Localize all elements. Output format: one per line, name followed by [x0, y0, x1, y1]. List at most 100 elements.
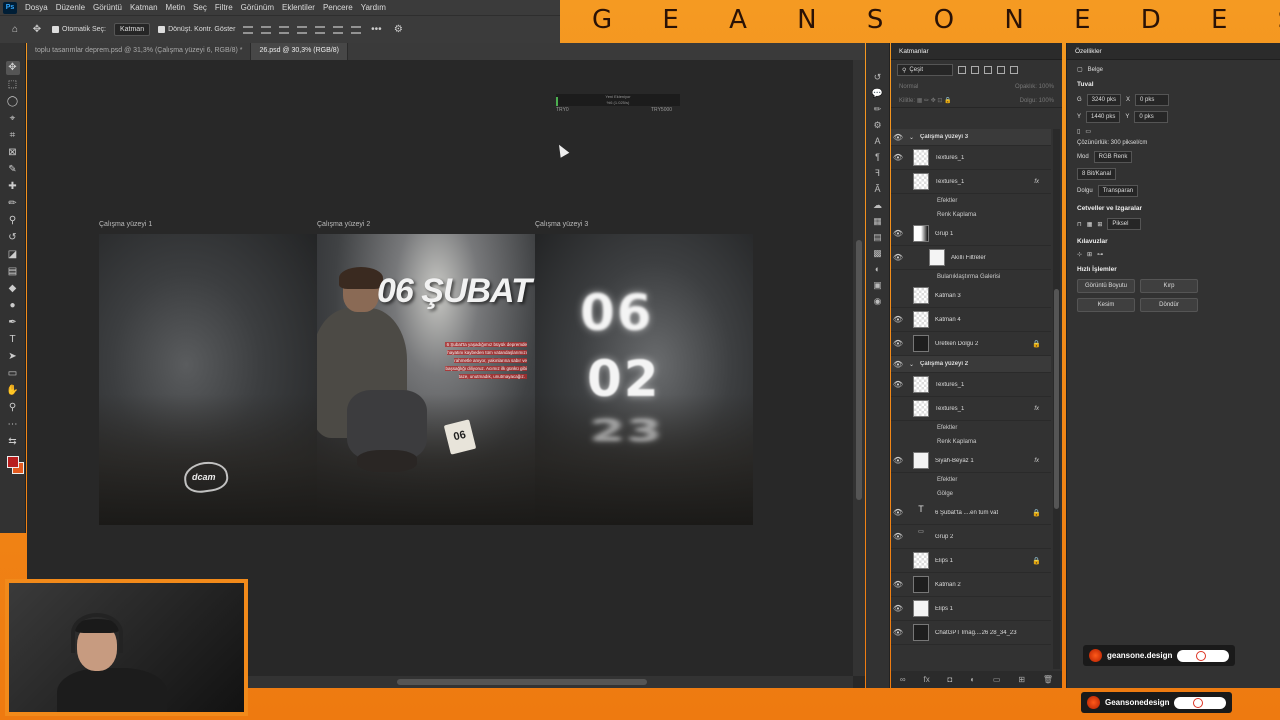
lasso-tool-icon[interactable]: ◯: [6, 95, 20, 109]
eye-icon[interactable]: 👁: [891, 580, 905, 589]
chevron-down-icon[interactable]: ⌄: [909, 134, 914, 141]
filter-adjustment-icon[interactable]: [971, 66, 979, 74]
artboard-2[interactable]: 06 ŞUBAT 6 Şubat'ta yaşadığımız büyük de…: [317, 234, 535, 525]
vertical-scrollbar[interactable]: [853, 60, 865, 676]
layer-kind-filter[interactable]: ⚲ Çeşit: [897, 64, 953, 76]
align-right-icon[interactable]: [279, 25, 290, 34]
rotate-button[interactable]: Döndür: [1140, 298, 1198, 312]
eye-icon[interactable]: 👁: [891, 229, 905, 238]
image-size-button[interactable]: Görüntü Boyutu: [1077, 279, 1135, 293]
healing-brush-tool-icon[interactable]: ✚: [6, 180, 20, 194]
layer-row[interactable]: 👁 Akıllı Filtreler: [891, 246, 1051, 270]
guide-layout-icon[interactable]: ⊞: [1087, 251, 1092, 258]
layer-row[interactable]: 👁 Siyah-Beyaz 1 fx: [891, 449, 1051, 473]
layer-row[interactable]: Textures_1 fx: [891, 397, 1051, 421]
chevron-down-icon[interactable]: ⌄: [909, 361, 914, 368]
auto-select-target-dropdown[interactable]: Katman: [113, 23, 151, 36]
filter-type-icon[interactable]: [984, 66, 992, 74]
align-middle-icon[interactable]: [333, 25, 344, 34]
trim-button[interactable]: Kesim: [1077, 298, 1135, 312]
layer-row[interactable]: 👁 Textures_1: [891, 373, 1051, 397]
show-transform-checkbox[interactable]: Dönüşt. Kontr. Göster: [158, 26, 235, 33]
quick-actions-header[interactable]: Hızlı İşlemler: [1077, 266, 1270, 273]
guide-icon[interactable]: ⊹: [1077, 251, 1082, 258]
x-field[interactable]: 0 pks: [1135, 94, 1170, 106]
gradient-tool-icon[interactable]: ▤: [6, 265, 20, 279]
menu-view[interactable]: Görünüm: [237, 3, 278, 12]
layers-scrollbar[interactable]: [1053, 129, 1060, 669]
character-icon[interactable]: A: [872, 135, 884, 147]
rectangle-tool-icon[interactable]: ▭: [6, 367, 20, 381]
cloud-icon[interactable]: ☁: [872, 199, 884, 211]
portrait-icon[interactable]: ▯: [1077, 128, 1080, 135]
paragraph-icon[interactable]: ¶: [872, 151, 884, 163]
layer-row[interactable]: Textures_1 fx: [891, 170, 1051, 194]
layer-effect-row[interactable]: Efektler: [891, 194, 1051, 208]
eye-icon[interactable]: 👁: [891, 380, 905, 389]
guide-edit-icon[interactable]: ⊶: [1097, 251, 1103, 258]
zoom-tool-icon[interactable]: ⚲: [6, 401, 20, 415]
move-tool-preset-icon[interactable]: ✥: [30, 23, 44, 37]
grid-icon[interactable]: ▦: [1087, 221, 1093, 228]
tab-document-1[interactable]: toplu tasarımlar deprem.psd @ 31,3% (Çal…: [27, 43, 252, 60]
clone-stamp-tool-icon[interactable]: ⚲: [6, 214, 20, 228]
filter-pixel-icon[interactable]: [958, 66, 966, 74]
move-tool-icon[interactable]: ✥: [5, 61, 20, 75]
comment-icon[interactable]: 💬: [872, 87, 884, 99]
layer-effect-row[interactable]: Renk Kaplama: [891, 208, 1051, 222]
align-left-icon[interactable]: [243, 25, 254, 34]
menu-plugins[interactable]: Eklentiler: [278, 3, 319, 12]
layers-panel-title[interactable]: Katmanlar: [891, 43, 1062, 60]
filter-shape-icon[interactable]: [997, 66, 1005, 74]
width-field[interactable]: 3240 pks: [1086, 94, 1122, 106]
y-field[interactable]: 0 pks: [1134, 111, 1169, 123]
foreground-color-swatch[interactable]: [7, 456, 19, 468]
artboard-label-2[interactable]: Çalışma yüzeyi 2: [317, 221, 370, 228]
new-layer-icon[interactable]: ⊞: [1018, 675, 1025, 684]
gradient-icon[interactable]: ▤: [872, 231, 884, 243]
menu-image[interactable]: Görüntü: [89, 3, 126, 12]
styles-icon[interactable]: ◉: [872, 295, 884, 307]
eye-icon[interactable]: 👁: [891, 604, 905, 613]
guides-header[interactable]: Kılavuzlar: [1077, 238, 1270, 245]
ruler-icon[interactable]: ⊓: [1077, 221, 1082, 228]
rulers-header[interactable]: Cetveller ve Izgaralar: [1077, 205, 1270, 212]
fx-icon[interactable]: fx: [1034, 179, 1039, 185]
lock-icons[interactable]: ▦ ✏ ✥ ⊡ 🔒: [917, 98, 952, 104]
canvas-header[interactable]: Tuval: [1077, 81, 1270, 88]
object-select-tool-icon[interactable]: ⌖: [6, 112, 20, 126]
layer-row[interactable]: Katman 3: [891, 284, 1051, 308]
marquee-tool-icon[interactable]: ⬚: [6, 78, 20, 92]
path-select-tool-icon[interactable]: ➤: [6, 350, 20, 364]
libraries-icon[interactable]: ▣: [872, 279, 884, 291]
artboard-label-3[interactable]: Çalışma yüzeyi 3: [535, 221, 588, 228]
default-colors-icon[interactable]: ⇆: [6, 435, 20, 449]
trash-icon[interactable]: 🗑: [1043, 675, 1053, 684]
history-icon[interactable]: ↺: [872, 71, 884, 83]
layer-group-row[interactable]: 👁 ⌄ Çalışma yüzeyi 2: [891, 356, 1051, 373]
adjustment-layer-icon[interactable]: ◐: [970, 675, 975, 684]
blur-tool-icon[interactable]: ◆: [6, 282, 20, 296]
add-style-icon[interactable]: fx: [923, 675, 929, 684]
eye-icon[interactable]: 👁: [891, 339, 905, 348]
landscape-icon[interactable]: ▭: [1085, 128, 1091, 135]
layer-row[interactable]: 👁 Katman 4: [891, 308, 1051, 332]
pen-tool-icon[interactable]: ✒: [6, 316, 20, 330]
menu-edit[interactable]: Düzenle: [52, 3, 89, 12]
layer-effect-row[interactable]: Renk Kaplama: [891, 435, 1051, 449]
fill-dropdown[interactable]: Transparan: [1097, 185, 1139, 197]
eye-icon[interactable]: 👁: [891, 456, 905, 465]
hand-tool-icon[interactable]: ✋: [6, 384, 20, 398]
eye-icon[interactable]: 👁: [891, 315, 905, 324]
layer-row[interactable]: 👁 Elips 1: [891, 597, 1051, 621]
eraser-tool-icon[interactable]: ◪: [6, 248, 20, 262]
scroll-thumb[interactable]: [856, 240, 862, 500]
distribute-icon[interactable]: [297, 25, 308, 34]
brush-settings-icon[interactable]: ✏: [872, 103, 884, 115]
eye-icon[interactable]: 👁: [891, 628, 905, 637]
mode-dropdown[interactable]: RGB Renk: [1093, 151, 1133, 163]
depth-dropdown[interactable]: 8 Bit/Kanal: [1077, 168, 1117, 180]
eye-icon[interactable]: 👁: [891, 253, 905, 262]
eye-icon[interactable]: 👁: [891, 532, 905, 541]
adjust-icon[interactable]: ⚙: [872, 119, 884, 131]
